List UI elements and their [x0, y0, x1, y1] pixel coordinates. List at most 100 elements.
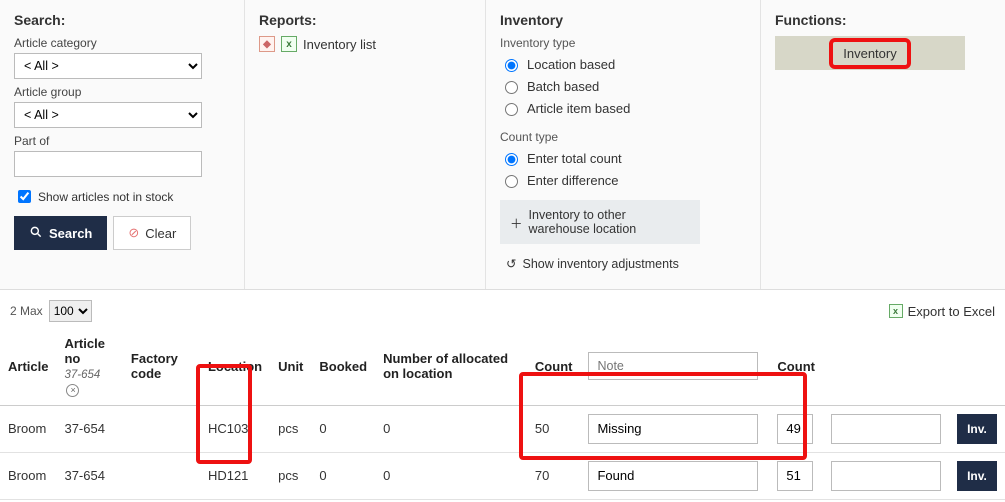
functions-inventory-button[interactable]: Inventory	[829, 38, 910, 69]
pdf-icon[interactable]: ◆	[259, 36, 275, 52]
cell-allocated: 0	[375, 452, 527, 499]
th-allocated[interactable]: Number of allocated on location	[375, 328, 527, 405]
note-filter-input[interactable]	[588, 352, 758, 380]
cell-count1: 70	[527, 452, 581, 499]
show-adjustments-label: Show inventory adjustments	[522, 257, 678, 271]
clear-icon: ⊘	[128, 225, 139, 241]
inventory-type-label: Inventory type	[500, 36, 746, 50]
functions-title: Functions:	[775, 12, 991, 28]
cell-location: HD121	[200, 452, 270, 499]
th-article[interactable]: Article	[0, 328, 56, 405]
reports-title: Reports:	[259, 12, 471, 28]
partof-label: Part of	[14, 134, 230, 148]
note-input[interactable]	[588, 461, 758, 491]
radio-batch-based[interactable]	[505, 81, 518, 94]
count-type-label: Count type	[500, 130, 746, 144]
cell-booked: 0	[311, 452, 375, 499]
cell-unit: pcs	[270, 405, 311, 452]
report-label: Inventory list	[303, 37, 376, 52]
export-excel-link[interactable]: x Export to Excel	[889, 304, 995, 319]
show-not-in-stock[interactable]: Show articles not in stock	[14, 187, 230, 206]
cell-article: Broom	[0, 405, 56, 452]
cell-article-no: 37-654	[56, 452, 122, 499]
th-note	[580, 328, 769, 405]
count-type-total[interactable]: Enter total count	[500, 150, 746, 166]
search-panel: Search: Article category < All > Article…	[0, 0, 245, 289]
radio-article-based[interactable]	[505, 103, 518, 116]
article-no-filter-value: 37-654	[64, 369, 100, 381]
partof-input[interactable]	[14, 151, 202, 177]
inventory-type-article[interactable]: Article item based	[500, 100, 746, 116]
th-count1[interactable]: Count	[527, 328, 581, 405]
cell-factory	[123, 405, 200, 452]
inventory-title: Inventory	[500, 12, 746, 28]
cell-article-no: 37-654	[56, 405, 122, 452]
count-input[interactable]	[777, 414, 813, 444]
article-no-filter: 37-654 ×	[64, 369, 100, 396]
cell-article: Broom	[0, 452, 56, 499]
show-not-in-stock-checkbox[interactable]	[18, 190, 31, 203]
cell-location: HC103	[200, 405, 270, 452]
search-button-label: Search	[49, 226, 92, 241]
extra-input[interactable]	[831, 414, 941, 444]
max-label: 2 Max	[10, 304, 43, 318]
cell-allocated: 0	[375, 405, 527, 452]
clear-filter-icon[interactable]: ×	[66, 384, 79, 397]
functions-button-wrap: Inventory	[775, 36, 965, 70]
inv-button[interactable]: Inv.	[957, 461, 997, 491]
category-label: Article category	[14, 36, 230, 50]
th-unit[interactable]: Unit	[270, 328, 311, 405]
th-factory[interactable]: Factory code	[123, 328, 200, 405]
category-select[interactable]: < All >	[14, 53, 202, 79]
cell-count1: 50	[527, 405, 581, 452]
th-booked[interactable]: Booked	[311, 328, 375, 405]
move-warehouse-link[interactable]: ＋ Inventory to other warehouse location	[500, 200, 700, 244]
search-icon	[29, 225, 43, 242]
excel-icon[interactable]: x	[281, 36, 297, 52]
radio-location-based[interactable]	[505, 59, 518, 72]
report-inventory-list[interactable]: ◆ x Inventory list	[259, 36, 471, 52]
table-row: Broom 37-654 HD121 pcs 0 0 70 Inv.	[0, 452, 1005, 499]
functions-panel: Functions: Inventory	[761, 0, 1005, 289]
table-row: Broom 37-654 HC103 pcs 0 0 50 Inv.	[0, 405, 1005, 452]
th-count2[interactable]: Count	[769, 328, 823, 405]
radio-difference[interactable]	[505, 175, 518, 188]
grid-wrap: Article Article no 37-654 × Factory code…	[0, 328, 1005, 500]
inventory-type-location[interactable]: Location based	[500, 56, 746, 72]
count-type-diff[interactable]: Enter difference	[500, 172, 746, 188]
note-input[interactable]	[588, 414, 758, 444]
plus-icon: ＋	[510, 213, 523, 232]
cell-unit: pcs	[270, 452, 311, 499]
inv-button[interactable]: Inv.	[957, 414, 997, 444]
search-buttons: Search ⊘ Clear	[14, 216, 230, 250]
clear-button[interactable]: ⊘ Clear	[113, 216, 191, 250]
radio-diff-label: Enter difference	[527, 173, 619, 188]
search-button[interactable]: Search	[14, 216, 107, 250]
show-not-in-stock-label: Show articles not in stock	[38, 190, 173, 204]
radio-total-count[interactable]	[505, 153, 518, 166]
reports-panel: Reports: ◆ x Inventory list	[245, 0, 486, 289]
top-panels: Search: Article category < All > Article…	[0, 0, 1005, 290]
th-article-no[interactable]: Article no 37-654 ×	[56, 328, 122, 405]
cell-factory	[123, 452, 200, 499]
clear-button-label: Clear	[145, 226, 176, 241]
pagesize-select[interactable]: 100	[49, 300, 92, 322]
history-icon: ↺	[506, 256, 516, 271]
count-input[interactable]	[777, 461, 813, 491]
move-warehouse-label: Inventory to other warehouse location	[529, 208, 690, 236]
radio-article-label: Article item based	[527, 101, 630, 116]
inventory-type-batch[interactable]: Batch based	[500, 78, 746, 94]
search-title: Search:	[14, 12, 230, 28]
show-adjustments-link[interactable]: ↺ Show inventory adjustments	[500, 250, 700, 277]
radio-total-label: Enter total count	[527, 151, 622, 166]
inventory-panel: Inventory Inventory type Location based …	[486, 0, 761, 289]
cell-booked: 0	[311, 405, 375, 452]
inventory-grid: Article Article no 37-654 × Factory code…	[0, 328, 1005, 500]
grid-meta: 2 Max 100 x Export to Excel	[0, 290, 1005, 328]
th-location[interactable]: Location	[200, 328, 270, 405]
extra-input[interactable]	[831, 461, 941, 491]
radio-location-label: Location based	[527, 57, 615, 72]
group-label: Article group	[14, 85, 230, 99]
group-select[interactable]: < All >	[14, 102, 202, 128]
excel-icon: x	[889, 304, 903, 318]
